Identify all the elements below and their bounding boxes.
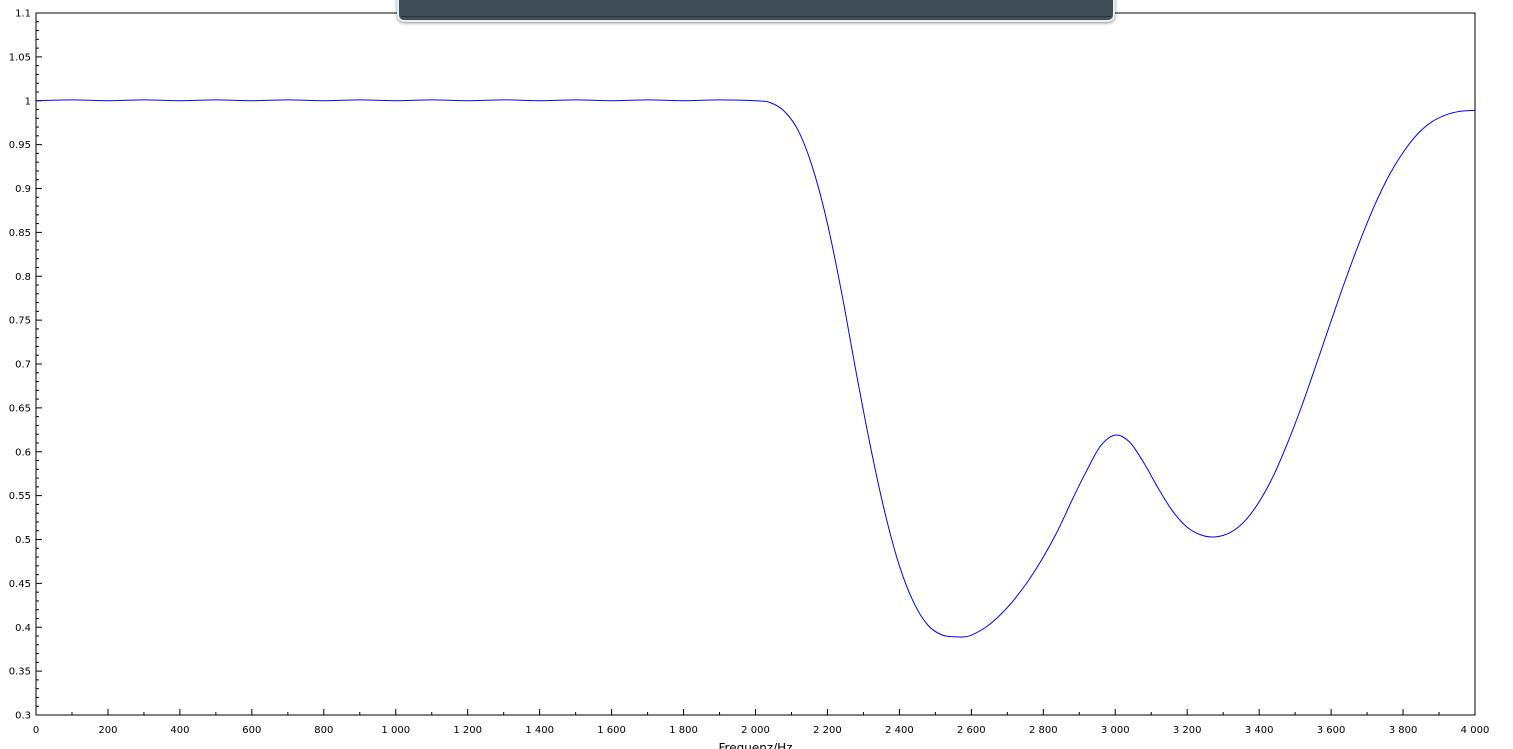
overlay-divider [401, 16, 1111, 17]
x-axis-label: Frequenz/Hz [719, 741, 793, 749]
x-tick-label: 2 000 [741, 725, 770, 736]
y-tick-label: 0.95 [9, 140, 31, 151]
y-tick-label: 0.5 [15, 535, 31, 546]
x-tick-label: 200 [98, 725, 117, 736]
x-tick-label: 0 [33, 725, 39, 736]
x-tick-label: 2 800 [1029, 725, 1058, 736]
frequency-response-chart: 0.3 0.35 0.4 0.45 0.5 0.55 0.6 0.65 0.7 0.75 0.8 0.… [9, 9, 1490, 749]
y-tick-label: 0.4 [15, 623, 31, 634]
x-tick-label: 3 200 [1173, 725, 1202, 736]
x-tick-label: 3 000 [1101, 725, 1130, 736]
series-line [35, 99, 1476, 638]
y-tick-label: 0.45 [9, 579, 31, 590]
x-tick-label: 3 800 [1389, 725, 1418, 736]
y-tick-label: 0.7 [15, 360, 31, 371]
y-tick-label: 0.55 [9, 491, 31, 502]
x-tick-label: 3 600 [1317, 725, 1346, 736]
x-axis-ticks: 0 200 400 600 800 1 000 1 200 1 400 1 600 1 800 2 … [33, 709, 1490, 736]
x-tick-label: 2 200 [813, 725, 842, 736]
plot-area-frame [35, 12, 1476, 716]
series-layer [35, 99, 1476, 638]
y-tick-label: 0.85 [9, 228, 31, 239]
y-tick-label: 1.1 [15, 9, 31, 20]
x-tick-label: 2 600 [957, 725, 986, 736]
x-tick-label: 2 400 [885, 725, 914, 736]
y-tick-label: 0.35 [9, 667, 31, 678]
x-tick-label: 400 [170, 725, 189, 736]
y-tick-label: 1.05 [9, 52, 31, 63]
x-tick-label: 800 [314, 725, 333, 736]
x-tick-label: 1 400 [525, 725, 554, 736]
y-tick-label: 0.8 [15, 272, 31, 283]
y-tick-label: 0.3 [15, 711, 31, 722]
x-tick-label: 1 200 [453, 725, 482, 736]
x-tick-label: 4 000 [1461, 725, 1490, 736]
x-tick-label: 600 [242, 725, 261, 736]
y-tick-label: 0.6 [15, 447, 31, 458]
x-tick-label: 1 800 [669, 725, 698, 736]
y-tick-label: 0.75 [9, 316, 31, 327]
overlay-toolbar-panel [397, 0, 1115, 22]
x-tick-label: 3 400 [1245, 725, 1274, 736]
y-tick-label: 0.65 [9, 403, 31, 414]
x-tick-label: 1 000 [381, 725, 410, 736]
y-axis-ticks: 0.3 0.35 0.4 0.45 0.5 0.55 0.6 0.65 0.7 0.75 0.8 0.… [9, 9, 42, 722]
x-tick-label: 1 600 [597, 725, 626, 736]
y-tick-label: 0.9 [15, 184, 31, 195]
y-tick-label: 1 [25, 96, 31, 107]
